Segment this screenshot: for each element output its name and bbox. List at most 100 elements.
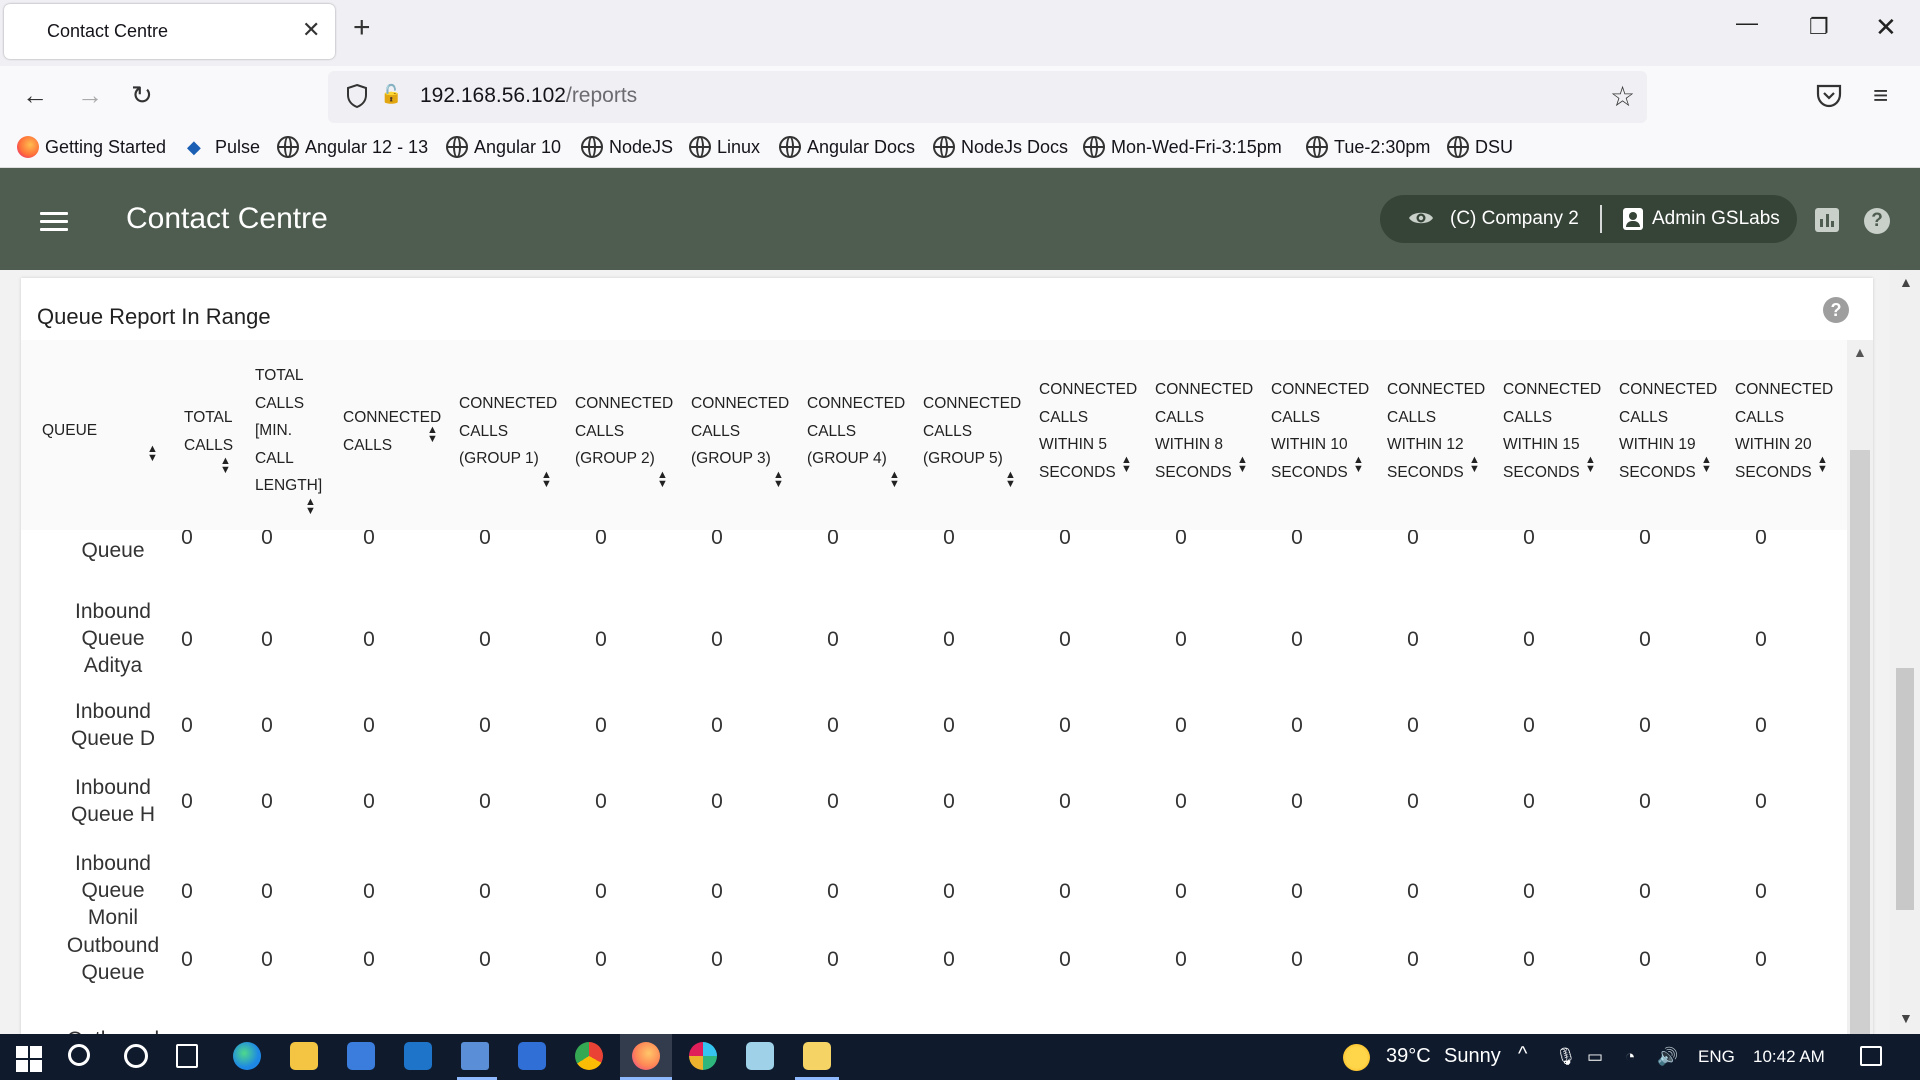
- sort-icon[interactable]: ▲ ▼: [1469, 455, 1480, 475]
- column-header[interactable]: CONNECTED CALLS WITHIN 10 SECONDS ▲ ▼: [1271, 376, 1369, 486]
- mail-icon[interactable]: [404, 1042, 432, 1070]
- page-scroll-up-icon[interactable]: ▲: [1899, 274, 1913, 290]
- column-header[interactable]: CONNECTED CALLS (GROUP 5) ▲ ▼: [923, 390, 1021, 489]
- language-indicator[interactable]: ENG: [1698, 1047, 1735, 1067]
- cortana-icon[interactable]: [124, 1044, 148, 1068]
- reload-icon[interactable]: ↻: [131, 80, 153, 110]
- bookmark-item[interactable]: Mon-Wed-Fri-3:15pm: [1083, 136, 1282, 158]
- page-scroll-thumb[interactable]: [1896, 668, 1914, 910]
- table-row[interactable]: Outbound: [21, 1026, 1847, 1034]
- table-row[interactable]: Outbound Queue 0 0 0 0 0 0 0 0 0 0 0 0 0 0 0: [21, 932, 1847, 1012]
- column-header[interactable]: CONNECTED CALLS (GROUP 3) ▲ ▼: [691, 390, 789, 489]
- back-arrow-icon[interactable]: ←: [22, 80, 48, 110]
- column-header[interactable]: TOTAL CALLS [MIN. CALL LENGTH] ▲ ▼: [255, 362, 322, 516]
- user-label[interactable]: Admin GSLabs: [1652, 208, 1780, 230]
- restore-icon[interactable]: ❐: [1809, 14, 1829, 40]
- bookmark-star-icon[interactable]: ☆: [1610, 80, 1635, 113]
- column-header[interactable]: CONNECTED CALLS (GROUP 1) ▲ ▼: [459, 390, 557, 489]
- microphone-icon[interactable]: 🎙: [1555, 1047, 1577, 1067]
- column-header[interactable]: CONNECTED CALLS WITHIN 19 SECONDS ▲ ▼: [1619, 376, 1717, 486]
- task-view-icon[interactable]: [176, 1044, 198, 1068]
- table-scroll-thumb[interactable]: [1850, 450, 1870, 1034]
- bookmark-item[interactable]: Angular Docs: [779, 136, 915, 158]
- sort-icon[interactable]: ▲ ▼: [220, 456, 231, 476]
- table-scrollbar[interactable]: ▲: [1847, 340, 1873, 1034]
- sort-icon[interactable]: ▲ ▼: [305, 496, 316, 516]
- sort-icon[interactable]: ▲ ▼: [1005, 469, 1016, 489]
- slack-icon[interactable]: [689, 1042, 717, 1070]
- column-header[interactable]: QUEUE ▲ ▼: [42, 417, 158, 464]
- sort-icon[interactable]: ▲ ▼: [773, 469, 784, 489]
- sort-icon[interactable]: ▲ ▼: [1237, 455, 1248, 475]
- sort-icon[interactable]: ▲ ▼: [147, 444, 158, 464]
- sort-icon[interactable]: ▲ ▼: [541, 469, 552, 489]
- column-header[interactable]: CONNECTED CALLS WITHIN 8 SECONDS ▲ ▼: [1155, 376, 1253, 486]
- edge-icon[interactable]: [233, 1042, 261, 1070]
- company-label[interactable]: (C) Company 2: [1450, 208, 1579, 230]
- pocket-icon[interactable]: [1815, 83, 1843, 109]
- sort-icon[interactable]: ▲ ▼: [427, 425, 438, 445]
- table-row[interactable]: Inbound Queue H000000000000000: [21, 774, 1847, 844]
- wifi-icon[interactable]: ◔: [1625, 1047, 1635, 1067]
- bookmark-item[interactable]: DSU: [1447, 136, 1513, 158]
- page-scroll-down-icon[interactable]: ▼: [1899, 1010, 1913, 1026]
- clock-time[interactable]: 10:42 AM: [1753, 1047, 1825, 1067]
- bookmark-item[interactable]: Tue-2:30pm: [1306, 136, 1430, 158]
- report-help-icon[interactable]: ?: [1823, 297, 1849, 323]
- bookmark-item[interactable]: Angular 10: [446, 136, 561, 158]
- column-header[interactable]: CONNECTED CALLS ▲ ▼: [343, 404, 441, 459]
- virtualbox-icon[interactable]: [461, 1042, 489, 1070]
- column-header[interactable]: CONNECTED CALLS WITHIN 5 SECONDS ▲ ▼: [1039, 376, 1137, 486]
- bookmark-item[interactable]: NodeJS: [581, 136, 673, 158]
- volume-icon[interactable]: 🔊: [1657, 1047, 1678, 1067]
- sort-icon[interactable]: ▲ ▼: [889, 469, 900, 489]
- sort-icon[interactable]: ▲ ▼: [1701, 455, 1712, 475]
- column-header[interactable]: TOTAL CALLS ▲ ▼: [184, 404, 233, 476]
- minimize-icon[interactable]: —: [1736, 10, 1758, 36]
- address-bar[interactable]: 🔓 192.168.56.102/reports ☆: [328, 71, 1647, 123]
- store-icon[interactable]: [347, 1042, 375, 1070]
- battery-icon[interactable]: ▭: [1587, 1047, 1603, 1067]
- bookmark-item[interactable]: ◆ Pulse: [187, 136, 260, 158]
- file-explorer-icon[interactable]: [290, 1042, 318, 1070]
- sort-icon[interactable]: ▲ ▼: [657, 469, 668, 489]
- column-header[interactable]: CONNECTED CALLS (GROUP 2) ▲ ▼: [575, 390, 673, 489]
- bookmark-item[interactable]: NodeJs Docs: [933, 136, 1068, 158]
- url-text[interactable]: 192.168.56.102/reports: [420, 84, 637, 108]
- sort-icon[interactable]: ▲ ▼: [1585, 455, 1596, 475]
- page-scrollbar[interactable]: ▲ ▼: [1890, 270, 1920, 1034]
- bar-chart-icon[interactable]: [1815, 208, 1839, 232]
- column-header[interactable]: CONNECTED CALLS (GROUP 4) ▲ ▼: [807, 390, 905, 489]
- chevron-up-icon[interactable]: ^: [1518, 1043, 1527, 1066]
- eye-icon[interactable]: [1408, 208, 1434, 228]
- search-icon[interactable]: [68, 1044, 90, 1066]
- sort-icon[interactable]: ▲ ▼: [1817, 455, 1828, 475]
- notifications-icon[interactable]: [1860, 1046, 1882, 1066]
- sort-icon[interactable]: ▲ ▼: [1121, 455, 1132, 475]
- menu-icon[interactable]: [40, 212, 68, 232]
- new-tab-icon[interactable]: +: [353, 13, 371, 43]
- table-row[interactable]: Inbound Queue D000000000000000: [21, 698, 1847, 768]
- insecure-lock-icon[interactable]: 🔓: [380, 84, 402, 105]
- bookmark-item[interactable]: Linux: [689, 136, 760, 158]
- browser-menu-icon[interactable]: ≡: [1873, 82, 1888, 108]
- shield-icon[interactable]: [346, 83, 368, 109]
- defender-icon[interactable]: [518, 1042, 546, 1070]
- weather-condition[interactable]: Sunny: [1444, 1045, 1501, 1068]
- windows-start-icon[interactable]: [14, 1042, 44, 1072]
- notepad-icon[interactable]: [746, 1042, 774, 1070]
- column-header[interactable]: CONNECTED CALLS WITHIN 15 SECONDS ▲ ▼: [1503, 376, 1601, 486]
- weather-sun-icon[interactable]: [1343, 1044, 1370, 1071]
- column-header[interactable]: CONNECTED CALLS WITHIN 12 SECONDS ▲ ▼: [1387, 376, 1485, 486]
- bookmark-item[interactable]: Getting Started: [17, 136, 166, 158]
- chrome-icon[interactable]: [575, 1042, 603, 1070]
- forward-arrow-icon[interactable]: →: [77, 80, 103, 110]
- column-header[interactable]: CONNECTED CALLS WITHIN 20 SECONDS ▲ ▼: [1735, 376, 1833, 486]
- browser-tab[interactable]: Contact Centre ✕: [4, 4, 335, 59]
- table-row[interactable]: Inbound Queue Aditya 0 0 0 0 0 0 0 0 0 0 0 0 0 0 0: [21, 598, 1847, 694]
- close-tab-icon[interactable]: ✕: [302, 18, 320, 42]
- table-row[interactable]: InboundQueue000000000000000: [21, 530, 1847, 592]
- temperature[interactable]: 39°C: [1386, 1045, 1431, 1068]
- scroll-up-icon[interactable]: ▲: [1853, 344, 1867, 360]
- window-close-icon[interactable]: ✕: [1875, 14, 1897, 40]
